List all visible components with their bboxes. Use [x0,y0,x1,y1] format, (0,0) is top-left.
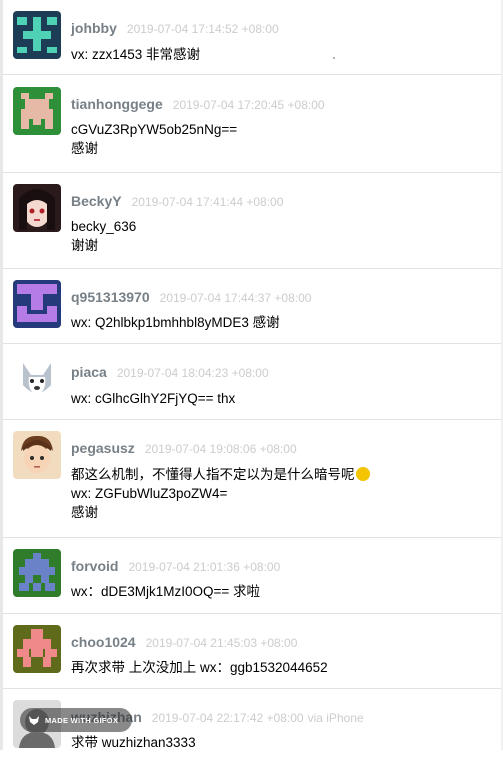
reply-text: vx: zzx1453 非常感谢 [71,47,201,62]
reply-list: johbby 2019-07-04 17:14:52 +08:00 vx: zzx… [3,0,501,769]
avatar[interactable] [13,87,61,135]
reply-content: 再次求带 上次没加上 wx：ggb1532044652 [71,658,328,677]
photo-avatar-icon [13,184,61,232]
reply-meta: piaca 2019-07-04 18:04:23 +08:00 [71,364,269,382]
reply-item: tianhonggege 2019-07-04 17:20:45 +08:00 c… [3,75,501,173]
reply-item: BeckyY 2019-07-04 17:41:44 +08:00 becky_6… [3,173,501,269]
reply-text: 谢谢 [71,238,98,253]
reply-time: 2019-07-04 21:01:36 +08:00 [128,560,281,574]
gifox-logo-icon [29,716,39,725]
reply-text: 感谢 [71,505,98,520]
avatar[interactable] [13,625,61,673]
via-device: via iPhone [307,711,364,725]
reply-text: 感谢 [71,141,98,156]
laughing-emoji-icon [355,467,370,481]
reply-content: wx: Q2hlbkp1bmhhbl8yMDE3 感谢 [71,313,280,332]
reply-item: forvoid 2019-07-04 21:01:36 +08:00 wx：dDE… [3,538,501,614]
reply-time: 2019-07-04 22:17:42 +08:00 [151,711,304,725]
reply-time: 2019-07-04 17:14:52 +08:00 [126,22,279,36]
reply-content: 求带 wuzhizhan3333 [71,733,196,752]
reply-text: 再次求带 上次没加上 wx：ggb1532044652 [71,660,328,675]
reply-meta: tianhonggege 2019-07-04 17:20:45 +08:00 [71,96,325,114]
reply-content: vx: zzx1453 非常感谢 [71,45,200,64]
reply-text: 都这么机制，不懂得人指不定以为是什么暗号呢 [71,467,355,482]
reply-text: becky_636 [71,219,137,234]
avatar[interactable] [13,355,61,403]
username-link[interactable]: johbby [71,20,117,36]
avatar[interactable] [13,280,61,328]
reply-text: wx：dDE3Mjk1MzI0OQ== 求啦 [71,584,261,599]
reply-content: wx: cGlhcGlhY2FjYQ== thx [71,389,235,408]
reply-content: cGVuZ3RpYW5ob25nNg== 感谢 [71,120,237,158]
reply-text: 求带 wuzhizhan3333 [71,735,196,750]
reply-time: 2019-07-04 19:08:06 +08:00 [144,442,297,456]
reply-content: becky_636 谢谢 [71,217,136,255]
reply-meta: choo1024 2019-07-04 21:45:03 +08:00 [71,634,297,652]
reply-text: wx: ZGFubWluZ3poZW4= [71,486,228,501]
avatar[interactable] [13,11,61,59]
reply-item: q951313970 2019-07-04 17:44:37 +08:00 wx:… [3,269,501,344]
reply-text: cGVuZ3RpYW5ob25nNg== [71,122,238,137]
identicon-avatar-icon [13,87,61,135]
reply-text: wx: Q2hlbkp1bmhhbl8yMDE3 感谢 [71,315,280,330]
reply-item: piaca 2019-07-04 18:04:23 +08:00 wx: cGlh… [3,344,501,420]
reply-time: 2019-07-04 18:04:23 +08:00 [116,366,269,380]
identicon-avatar-icon [13,11,61,59]
reply-content: 都这么机制，不懂得人指不定以为是什么暗号呢 wx: ZGFubWluZ3poZW… [71,465,370,522]
username-link[interactable]: choo1024 [71,634,136,650]
reply-content: wx：dDE3Mjk1MzI0OQ== 求啦 [71,582,260,601]
watermark-label: MADE WITH GIFOX [45,715,119,725]
stray-dot [333,57,335,59]
cartoon-boy-avatar-icon [13,431,61,479]
avatar[interactable] [13,549,61,597]
reply-meta: BeckyY 2019-07-04 17:41:44 +08:00 [71,193,283,211]
username-link[interactable]: pegasusz [71,440,135,456]
reply-meta: johbby 2019-07-04 17:14:52 +08:00 [71,20,279,38]
reply-meta: q951313970 2019-07-04 17:44:37 +08:00 [71,289,311,307]
reply-meta: forvoid 2019-07-04 21:01:36 +08:00 [71,558,280,576]
gifox-watermark: MADE WITH GIFOX [20,708,132,732]
reply-time: 2019-07-04 17:20:45 +08:00 [172,98,325,112]
username-link[interactable]: BeckyY [71,193,122,209]
avatar[interactable] [13,431,61,479]
reply-text: wx: cGlhcGlhY2FjYQ== thx [71,391,236,406]
reply-item: johbby 2019-07-04 17:14:52 +08:00 vx: zzx… [3,0,501,75]
username-link[interactable]: tianhonggege [71,96,163,112]
identicon-avatar-icon [13,549,61,597]
reply-item: pegasusz 2019-07-04 19:08:06 +08:00 都这么机制… [3,420,501,538]
reply-time: 2019-07-04 21:45:03 +08:00 [145,636,298,650]
reply-time: 2019-07-04 17:44:37 +08:00 [159,291,312,305]
username-link[interactable]: piaca [71,364,107,380]
username-link[interactable]: q951313970 [71,289,150,305]
identicon-avatar-icon [13,280,61,328]
avatar[interactable] [13,184,61,232]
dog-avatar-icon [13,355,61,403]
reply-meta: pegasusz 2019-07-04 19:08:06 +08:00 [71,440,297,458]
reply-item: choo1024 2019-07-04 21:45:03 +08:00 再次求带 … [3,614,501,689]
username-link[interactable]: forvoid [71,558,118,574]
identicon-avatar-icon [13,625,61,673]
reply-time: 2019-07-04 17:41:44 +08:00 [131,195,284,209]
